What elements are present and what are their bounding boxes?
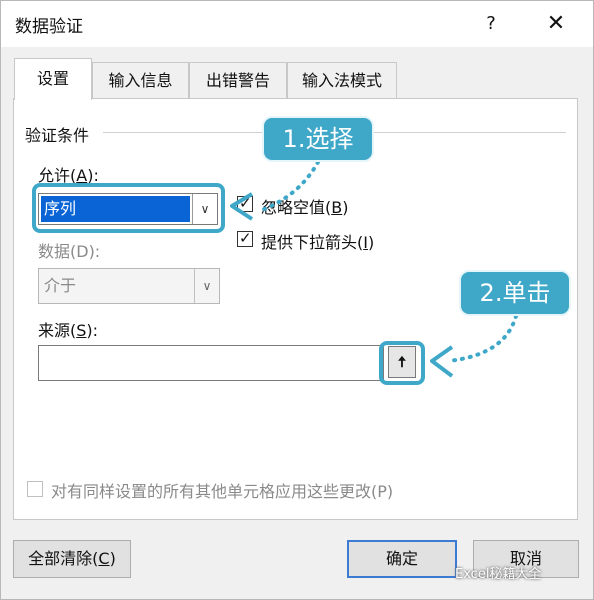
arrow-step2-head	[430, 345, 454, 378]
arrow-step1-path	[260, 160, 320, 212]
callout-step1: 1.选择	[262, 116, 374, 162]
callout-step2: 2.单击	[459, 270, 571, 316]
arrow-step1-head	[230, 192, 254, 221]
tab-settings[interactable]: 设置	[14, 58, 92, 100]
arrow-step2-path	[446, 314, 518, 363]
watermark: Excel秘籍大全	[455, 567, 542, 582]
